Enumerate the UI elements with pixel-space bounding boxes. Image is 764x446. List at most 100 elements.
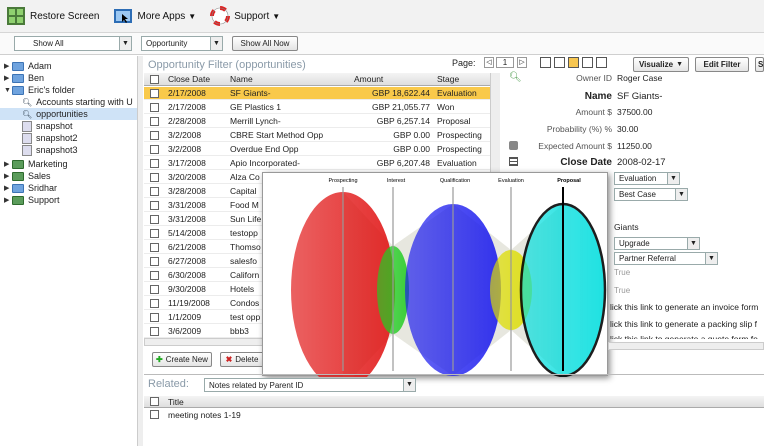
expand-right-icon[interactable]: ▶: [4, 160, 12, 168]
folder-icon: [12, 171, 24, 181]
related-select[interactable]: Notes related by Parent ID ▼: [204, 378, 416, 392]
sidebar-item[interactable]: ▶ Ben: [0, 72, 143, 84]
table-cell-date: 3/2/2008: [168, 144, 202, 154]
sidebar-item[interactable]: ▶ Adam: [0, 60, 143, 72]
row-checkbox[interactable]: [150, 117, 159, 126]
sidebar-item[interactable]: snapshot2: [0, 132, 143, 144]
select-all-checkbox[interactable]: [150, 75, 159, 84]
delete-icon: ✖: [225, 355, 233, 364]
show-all-now-button[interactable]: Show All Now: [232, 36, 298, 51]
sidebar-item[interactable]: ▶ Marketing: [0, 158, 143, 170]
sidebar-scrollbar[interactable]: [137, 56, 143, 446]
lead-source-select[interactable]: Partner Referral ▼: [614, 252, 718, 265]
table-row[interactable]: 2/28/2008 Merrill Lynch- GBP 6,257.14 Propo…: [144, 115, 494, 128]
chevron-down-icon: ▼: [705, 253, 717, 264]
table-cell-name: Apio Incorporated-: [230, 158, 300, 168]
expand-right-icon[interactable]: ▶: [4, 184, 12, 192]
row-checkbox[interactable]: [150, 271, 159, 280]
expand-right-icon[interactable]: ▶: [4, 172, 12, 180]
funnel-stage-label: Proposal: [557, 178, 581, 184]
sidebar-item-label: snapshot3: [36, 145, 78, 155]
column-header[interactable]: Name: [230, 73, 350, 86]
field-label: Probability (%) %: [546, 124, 612, 134]
packing-slip-link[interactable]: lick this link to generate a packing sli…: [610, 319, 764, 329]
object-select[interactable]: Opportunity ▼: [141, 36, 223, 51]
sidebar-item[interactable]: 🔍︎ Accounts starting with U: [0, 96, 143, 108]
sidebar-item[interactable]: ▶ Sales: [0, 170, 143, 182]
quote-link[interactable]: lick this link to generate a quote form …: [610, 334, 764, 339]
row-checkbox[interactable]: [150, 103, 159, 112]
table-row[interactable]: 3/2/2008 Overdue End Opp GBP 0.00 Prospecti…: [144, 143, 494, 156]
create-new-button[interactable]: ✚ Create New: [152, 352, 212, 367]
row-checkbox[interactable]: [150, 215, 159, 224]
details-h-scrollbar[interactable]: [608, 342, 764, 350]
sidebar-item[interactable]: snapshot: [0, 120, 143, 132]
folder-icon: [12, 85, 24, 95]
support-button[interactable]: Support ▼: [210, 6, 280, 26]
sidebar-item[interactable]: 🔍︎ opportunities: [0, 108, 143, 120]
sidebar-item[interactable]: ▶ Sridhar: [0, 182, 143, 194]
field-value[interactable]: 30.00: [617, 124, 638, 134]
field-value[interactable]: SF Giants-: [617, 91, 662, 102]
stage-select[interactable]: Evaluation ▼: [614, 172, 680, 185]
sidebar-item-label: snapshot: [36, 121, 73, 131]
row-checkbox[interactable]: [150, 145, 159, 154]
row-checkbox[interactable]: [150, 201, 159, 210]
sidebar-item-label: Ben: [28, 73, 45, 83]
table-row[interactable]: 3/17/2008 Apio Incorporated- GBP 6,207.48 E…: [144, 157, 494, 170]
row-checkbox[interactable]: [150, 131, 159, 140]
expand-right-icon[interactable]: ▶: [4, 74, 12, 82]
row-checkbox[interactable]: [150, 285, 159, 294]
forecast-select[interactable]: Best Case ▼: [614, 188, 688, 201]
row-checkbox[interactable]: [150, 299, 159, 308]
table-cell-amount: GBP 18,622.44: [372, 88, 430, 98]
more-apps-button[interactable]: More Apps ▼: [113, 6, 196, 26]
view-select[interactable]: Show All ▼: [14, 36, 132, 51]
column-header[interactable]: Amount: [354, 73, 434, 86]
table-cell-stage: Prospecting: [437, 144, 482, 154]
detail-field: Probability (%) % 30.00: [505, 124, 764, 136]
table-row[interactable]: 2/17/2008 GE Plastics 1 GBP 21,055.77 Won: [144, 101, 494, 114]
field-value[interactable]: 37500.00: [617, 107, 652, 117]
table-row[interactable]: 2/17/2008 SF Giants- GBP 18,622.44 Evaluati…: [144, 87, 494, 100]
sidebar-tree: ▶ Adam ▶ Ben ▼ Eric's folder 🔍︎ Accounts starti…: [0, 56, 143, 446]
expand-right-icon[interactable]: ▶: [4, 62, 12, 70]
column-header[interactable]: Stage: [437, 73, 487, 86]
field-value[interactable]: 2008-02-17: [617, 157, 666, 168]
row-checkbox[interactable]: [150, 229, 159, 238]
table-cell-name: CBRE Start Method Opp: [230, 130, 324, 140]
field-label: Owner ID: [576, 73, 612, 83]
sidebar-item-label: Adam: [28, 61, 52, 71]
type-select[interactable]: Upgrade ▼: [614, 237, 700, 250]
expand-right-icon[interactable]: ▶: [4, 196, 12, 204]
sidebar-item[interactable]: ▼ Eric's folder: [0, 84, 143, 96]
row-checkbox[interactable]: [150, 243, 159, 252]
column-header[interactable]: Title: [168, 396, 184, 408]
row-checkbox[interactable]: [150, 257, 159, 266]
field-value[interactable]: 11250.00: [617, 141, 652, 151]
table-cell-date: 1/1/2009: [168, 312, 202, 322]
prev-page-button[interactable]: ◁: [484, 57, 494, 68]
table-cell-date: 2/17/2008: [168, 88, 206, 98]
restore-screen-button[interactable]: Restore Screen: [6, 6, 99, 26]
account-value[interactable]: Giants: [614, 222, 639, 232]
field-value[interactable]: Roger Case: [617, 73, 662, 83]
sidebar-item[interactable]: ▶ Support: [0, 194, 143, 206]
row-checkbox[interactable]: [150, 410, 159, 419]
table-row[interactable]: meeting notes 1-19: [144, 409, 764, 421]
row-checkbox[interactable]: [150, 187, 159, 196]
expand-down-icon[interactable]: ▼: [4, 87, 12, 94]
table-row[interactable]: 3/2/2008 CBRE Start Method Opp GBP 0.00 Pro…: [144, 129, 494, 142]
row-checkbox[interactable]: [150, 327, 159, 336]
row-checkbox[interactable]: [150, 89, 159, 98]
row-checkbox[interactable]: [150, 173, 159, 182]
column-header[interactable]: Close Date: [168, 73, 228, 86]
calendar-icon[interactable]: [509, 157, 518, 166]
sidebar-item[interactable]: snapshot3: [0, 144, 143, 156]
related-select-all-checkbox[interactable]: [150, 397, 159, 406]
delete-button[interactable]: ✖ Delete: [220, 352, 264, 367]
row-checkbox[interactable]: [150, 159, 159, 168]
invoice-link[interactable]: lick this link to generate an invoice fo…: [610, 302, 764, 312]
detail-field: Expected Amount $ 11250.00: [505, 141, 764, 153]
row-checkbox[interactable]: [150, 313, 159, 322]
